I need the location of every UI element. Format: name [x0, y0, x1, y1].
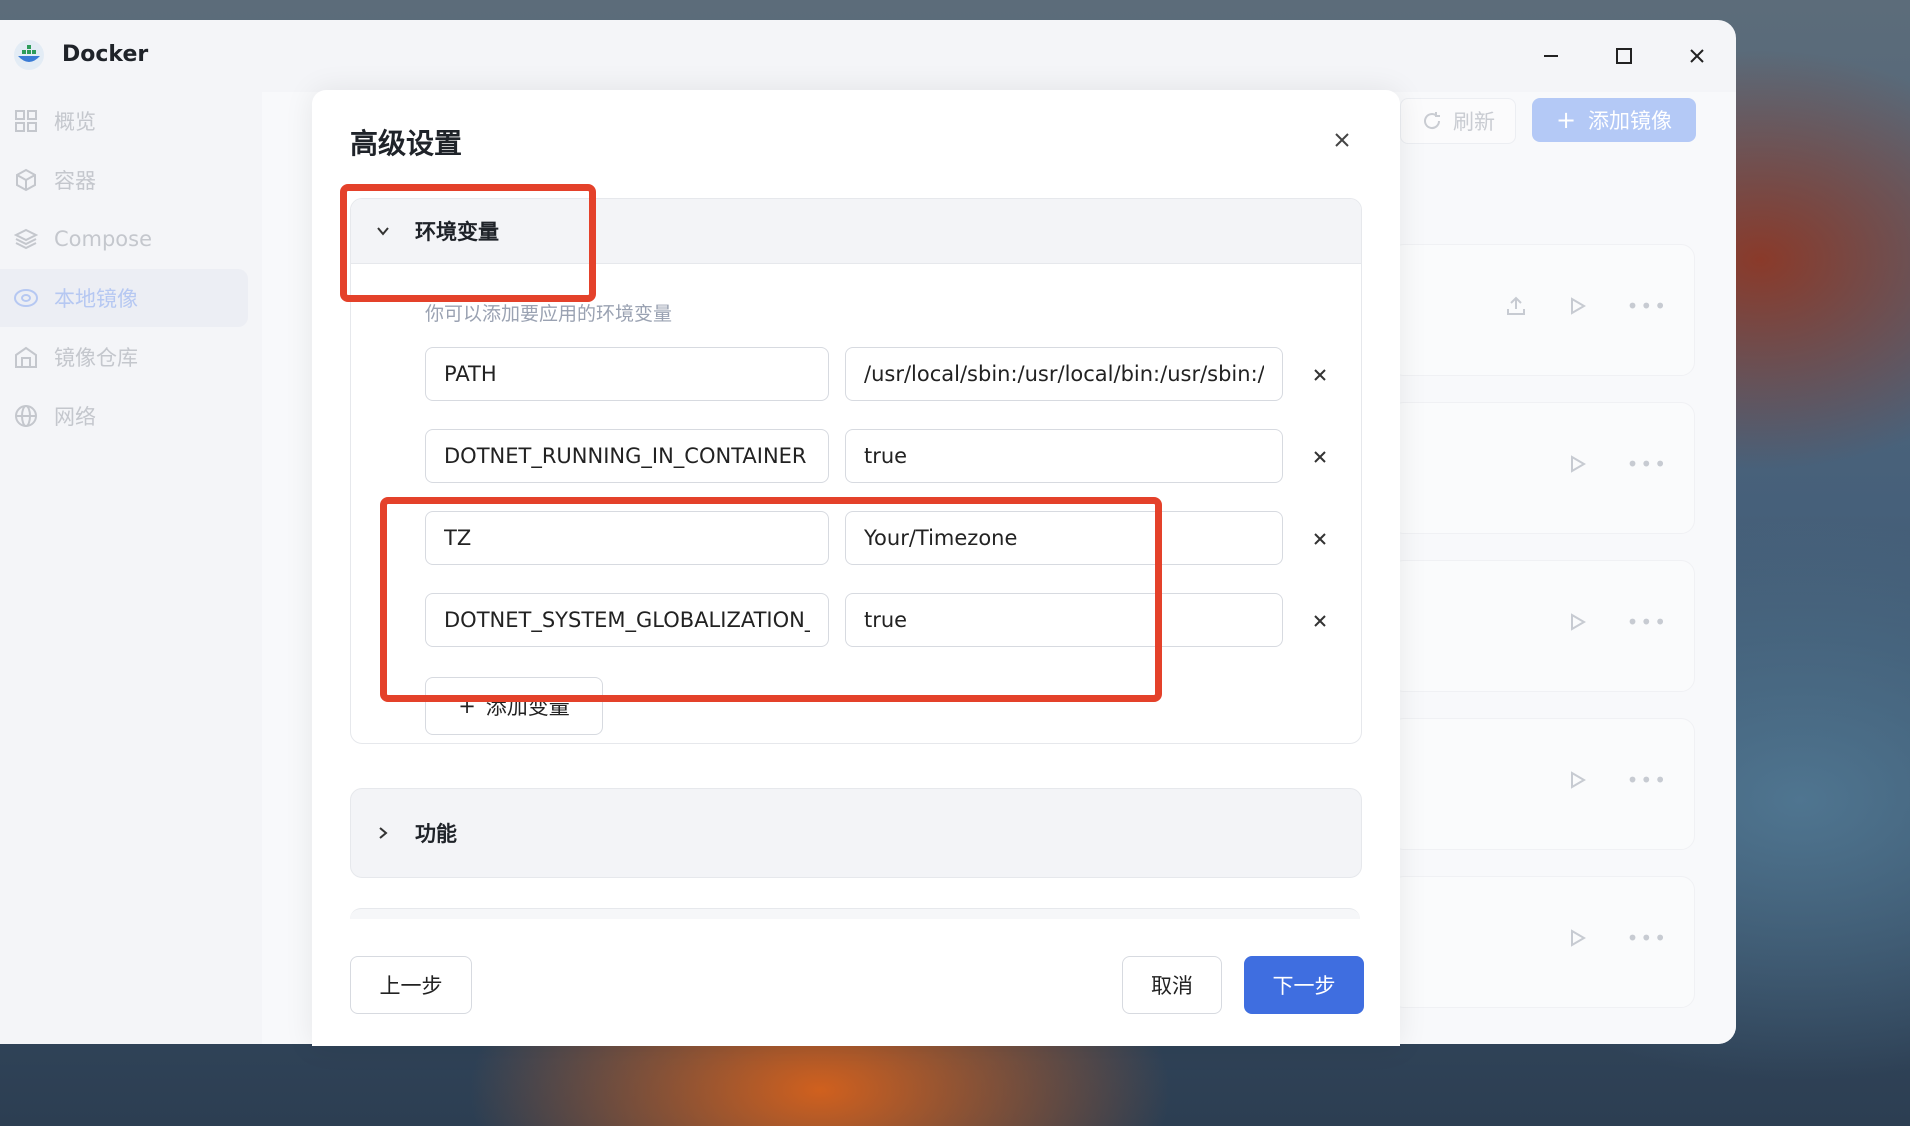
- window-close-button[interactable]: [1677, 36, 1717, 76]
- globe-icon: [12, 402, 40, 430]
- sidebar-item-label: Compose: [54, 227, 153, 251]
- sidebar-item-label: 镜像仓库: [54, 346, 138, 370]
- dialog-title: 高级设置: [350, 127, 463, 160]
- env-var-row: [425, 593, 1326, 649]
- env-var-value-input[interactable]: [845, 347, 1283, 401]
- close-icon: [1335, 133, 1349, 147]
- more-icon[interactable]: •••: [1627, 610, 1668, 634]
- play-icon[interactable]: [1565, 451, 1591, 477]
- play-icon[interactable]: [1565, 609, 1591, 635]
- chevron-down-icon: [371, 219, 395, 243]
- grid-icon: [12, 107, 40, 135]
- env-var-key-input[interactable]: [425, 429, 829, 483]
- env-vars-header[interactable]: 环境变量: [351, 199, 1361, 264]
- refresh-label: 刷新: [1453, 110, 1495, 134]
- plus-icon: +: [458, 694, 476, 718]
- image-list-row[interactable]: •••: [1390, 560, 1695, 692]
- add-image-label: 添加镜像: [1588, 109, 1673, 133]
- plus-icon: +: [1555, 106, 1577, 134]
- sidebar-item-label: 容器: [54, 169, 96, 193]
- add-image-button[interactable]: + 添加镜像: [1532, 98, 1696, 142]
- maximize-icon: [1616, 48, 1632, 64]
- env-var-value-input[interactable]: [845, 511, 1283, 565]
- env-vars-panel: 环境变量 你可以添加要应用的环境变量 PATH /usr/local/sbin:…: [350, 198, 1362, 744]
- refresh-button[interactable]: 刷新: [1400, 98, 1516, 144]
- refresh-icon: [1424, 112, 1441, 130]
- env-var-key-input[interactable]: [425, 347, 829, 401]
- features-title: 功能: [415, 822, 457, 846]
- sidebar-item-label: 本地镜像: [54, 287, 138, 311]
- sidebar-item-local-images[interactable]: 本地镜像: [0, 269, 248, 327]
- env-var-row: [425, 511, 1326, 567]
- minimize-button[interactable]: [1531, 36, 1571, 76]
- env-var-row: [425, 429, 1326, 485]
- cancel-button[interactable]: 取消: [1122, 956, 1222, 1014]
- next-step-button[interactable]: 下一步: [1244, 956, 1364, 1014]
- sidebar-item-overview[interactable]: 概览: [0, 92, 262, 150]
- env-vars-title: 环境变量: [415, 220, 499, 244]
- dialog-close-button[interactable]: [1322, 120, 1362, 160]
- titlebar: Docker: [0, 20, 1736, 92]
- disk-icon: [12, 284, 40, 312]
- image-list-row[interactable]: •••: [1390, 876, 1695, 1008]
- delete-var-button[interactable]: [1305, 360, 1335, 390]
- previous-step-button[interactable]: 上一步: [350, 956, 472, 1014]
- upload-icon[interactable]: [1503, 293, 1529, 319]
- sidebar-item-registry[interactable]: 镜像仓库: [0, 328, 262, 386]
- image-list-row[interactable]: •••: [1390, 718, 1695, 850]
- play-icon[interactable]: [1565, 293, 1591, 319]
- close-icon: [1314, 533, 1326, 545]
- env-vars-description: 你可以添加要应用的环境变量: [425, 303, 673, 325]
- image-list-row[interactable]: •••: [1390, 402, 1695, 534]
- features-panel-header[interactable]: 功能: [350, 788, 1362, 878]
- more-icon[interactable]: •••: [1627, 926, 1668, 950]
- advanced-settings-dialog: 高级设置 环境变量 你可以添加要应用的环境变量 PATH /usr/local/…: [312, 90, 1400, 1046]
- env-var-row: [425, 347, 1326, 403]
- cube-icon: [12, 166, 40, 194]
- delete-var-button[interactable]: [1305, 524, 1335, 554]
- env-var-key-input[interactable]: [425, 593, 829, 647]
- close-icon: [1314, 615, 1326, 627]
- delete-var-button[interactable]: [1305, 442, 1335, 472]
- sidebar-item-label: 概览: [54, 110, 96, 134]
- more-icon[interactable]: •••: [1627, 294, 1668, 318]
- minimize-icon: [1544, 55, 1558, 57]
- image-list-row[interactable]: •••: [1390, 244, 1695, 376]
- sidebar: 概览 容器 Compose 本地镜像 镜像仓库 网络: [0, 92, 262, 1044]
- more-icon[interactable]: •••: [1627, 768, 1668, 792]
- more-icon[interactable]: •••: [1627, 452, 1668, 476]
- sidebar-item-compose[interactable]: Compose: [0, 210, 262, 268]
- delete-var-button[interactable]: [1305, 606, 1335, 636]
- maximize-button[interactable]: [1604, 36, 1644, 76]
- collapsed-panel-edge: [350, 908, 1360, 919]
- play-icon[interactable]: [1565, 767, 1591, 793]
- docker-whale-icon: [14, 40, 44, 70]
- close-icon: [1314, 369, 1326, 381]
- warehouse-icon: [12, 343, 40, 371]
- add-variable-label: 添加变量: [485, 695, 570, 719]
- env-var-key-input[interactable]: [425, 511, 829, 565]
- add-variable-button[interactable]: + 添加变量: [425, 677, 603, 735]
- close-icon: [1314, 451, 1326, 463]
- layers-icon: [12, 225, 40, 253]
- app-title: Docker: [62, 42, 149, 67]
- env-var-value-input[interactable]: [845, 429, 1283, 483]
- sidebar-item-label: 网络: [54, 405, 96, 429]
- close-icon: [1690, 49, 1704, 63]
- env-var-value-input[interactable]: [845, 593, 1283, 647]
- sidebar-item-network[interactable]: 网络: [0, 387, 262, 445]
- chevron-right-icon: [371, 821, 395, 845]
- sidebar-item-containers[interactable]: 容器: [0, 151, 262, 209]
- play-icon[interactable]: [1565, 925, 1591, 951]
